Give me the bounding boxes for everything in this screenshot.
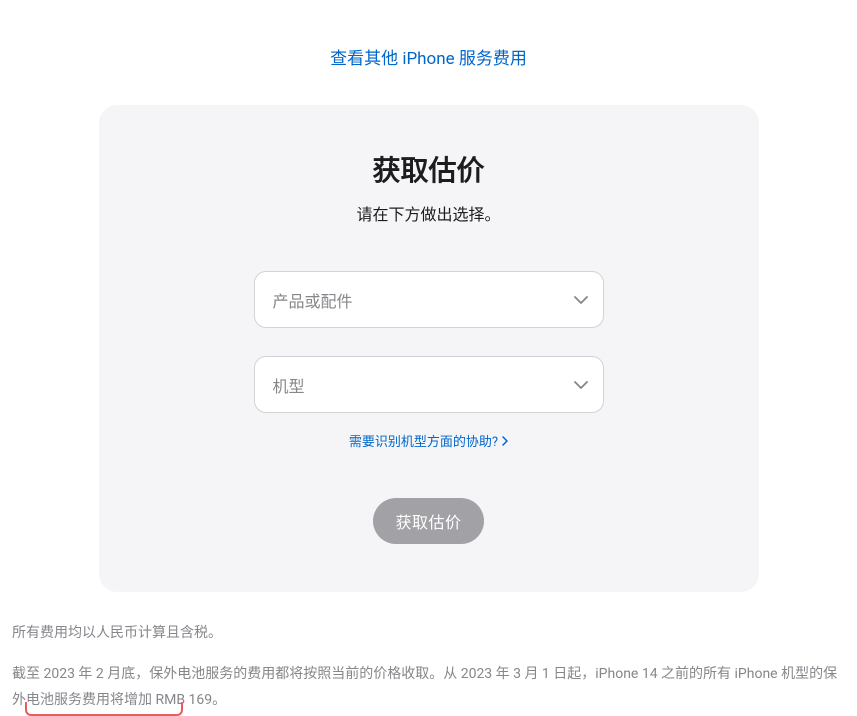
help-link-text: 需要识别机型方面的协助? <box>349 431 498 450</box>
get-estimate-button[interactable]: 获取估价 <box>373 498 483 544</box>
model-select-placeholder: 机型 <box>273 373 305 397</box>
model-select-wrapper: 机型 <box>254 356 604 413</box>
card-subtitle: 请在下方做出选择。 <box>139 201 719 225</box>
identify-model-help-link[interactable]: 需要识别机型方面的协助? <box>349 431 508 450</box>
product-select-placeholder: 产品或配件 <box>273 288 353 312</box>
card-title: 获取估价 <box>139 149 719 189</box>
product-select-wrapper: 产品或配件 <box>254 271 604 328</box>
view-other-services-link[interactable]: 查看其他 iPhone 服务费用 <box>12 0 845 105</box>
product-select[interactable]: 产品或配件 <box>254 271 604 328</box>
footer-disclaimer: 所有费用均以人民币计算且含税。 截至 2023 年 2 月底，保外电池服务的费用… <box>12 620 845 714</box>
footer-line2: 截至 2023 年 2 月底，保外电池服务的费用都将按照当前的价格收取。从 20… <box>12 661 845 714</box>
footer-line2-highlight: 费用将增加 RMB 169。 <box>82 692 226 708</box>
footer-line1: 所有费用均以人民币计算且含税。 <box>12 620 845 647</box>
estimate-card: 获取估价 请在下方做出选择。 产品或配件 机型 需要识别机型方面的协助? 获取估… <box>99 105 759 592</box>
model-select[interactable]: 机型 <box>254 356 604 413</box>
chevron-right-icon <box>502 436 508 446</box>
